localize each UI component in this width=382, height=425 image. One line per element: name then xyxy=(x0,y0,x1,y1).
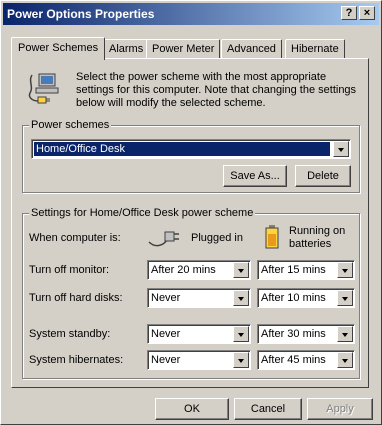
cancel-button[interactable]: Cancel xyxy=(234,398,302,420)
ok-button[interactable]: OK xyxy=(155,398,229,420)
tab-power-meter[interactable]: Power Meter xyxy=(146,39,221,59)
power-options-window: Power Options Properties ? × Power Schem… xyxy=(0,0,382,425)
system-standby-label: System standby: xyxy=(29,328,111,340)
chevron-down-icon[interactable] xyxy=(233,262,249,278)
tab-alarms[interactable]: Alarms xyxy=(103,39,150,59)
apply-button[interactable]: Apply xyxy=(307,398,373,420)
power-schemes-panel: Select the power scheme with the most ap… xyxy=(11,58,369,388)
window-title: Power Options Properties xyxy=(7,7,155,21)
chevron-down-icon[interactable] xyxy=(233,326,249,342)
chevron-down-icon[interactable] xyxy=(337,326,353,342)
standby-battery-dropdown[interactable]: After 30 mins xyxy=(257,324,355,344)
chevron-down-icon[interactable] xyxy=(333,141,349,157)
standby-plugged-dropdown[interactable]: Never xyxy=(147,324,251,344)
settings-group: Settings for Home/Office Desk power sche… xyxy=(22,207,360,379)
turn-off-hard-disks-label: Turn off hard disks: xyxy=(29,292,123,304)
chevron-down-icon[interactable] xyxy=(233,352,249,368)
plugged-in-label: Plugged in xyxy=(191,232,243,244)
standby-battery-value: After 30 mins xyxy=(261,328,326,340)
tab-hibernate[interactable]: Hibernate xyxy=(285,39,345,59)
title-bar[interactable]: Power Options Properties ? × xyxy=(3,3,379,25)
save-as-button[interactable]: Save As... xyxy=(223,165,287,187)
when-computer-is-label: When computer is: xyxy=(29,232,121,244)
system-hibernates-label: System hibernates: xyxy=(29,354,124,366)
close-button[interactable]: × xyxy=(359,6,375,20)
hibernate-battery-dropdown[interactable]: After 45 mins xyxy=(257,350,355,370)
hard-disks-plugged-dropdown[interactable]: Never xyxy=(147,288,251,308)
help-button[interactable]: ? xyxy=(341,6,357,20)
monitor-plugged-value: After 20 mins xyxy=(151,264,216,276)
monitor-battery-dropdown[interactable]: After 15 mins xyxy=(257,260,355,280)
monitor-battery-value: After 15 mins xyxy=(261,264,326,276)
tab-advanced[interactable]: Advanced xyxy=(221,39,282,59)
chevron-down-icon[interactable] xyxy=(337,262,353,278)
hard-disks-plugged-value: Never xyxy=(151,292,181,304)
hibernate-battery-value: After 45 mins xyxy=(261,354,326,366)
monitor-plugged-dropdown[interactable]: After 20 mins xyxy=(147,260,251,280)
power-plug-icon xyxy=(28,73,59,104)
battery-icon xyxy=(265,225,279,249)
chevron-down-icon[interactable] xyxy=(337,352,353,368)
delete-button[interactable]: Delete xyxy=(295,165,351,187)
power-schemes-group: Power schemes Home/Office Desk Save As..… xyxy=(22,119,360,193)
hard-disks-battery-value: After 10 mins xyxy=(261,292,326,304)
tab-power-schemes[interactable]: Power Schemes xyxy=(11,37,106,60)
hibernate-plugged-value: Never xyxy=(151,354,181,366)
description-text: Select the power scheme with the most ap… xyxy=(76,71,357,109)
power-schemes-group-label: Power schemes xyxy=(29,119,112,131)
chevron-down-icon[interactable] xyxy=(233,290,249,306)
settings-group-label: Settings for Home/Office Desk power sche… xyxy=(29,207,256,219)
turn-off-monitor-label: Turn off monitor: xyxy=(29,264,110,276)
running-on-batteries-label: Running on batteries xyxy=(289,225,346,250)
standby-plugged-value: Never xyxy=(151,328,181,340)
power-scheme-value: Home/Office Desk xyxy=(34,142,330,156)
hard-disks-battery-dropdown[interactable]: After 10 mins xyxy=(257,288,355,308)
plug-icon xyxy=(148,231,179,247)
hibernate-plugged-dropdown[interactable]: Never xyxy=(147,350,251,370)
power-scheme-dropdown[interactable]: Home/Office Desk xyxy=(31,139,351,159)
chevron-down-icon[interactable] xyxy=(337,290,353,306)
